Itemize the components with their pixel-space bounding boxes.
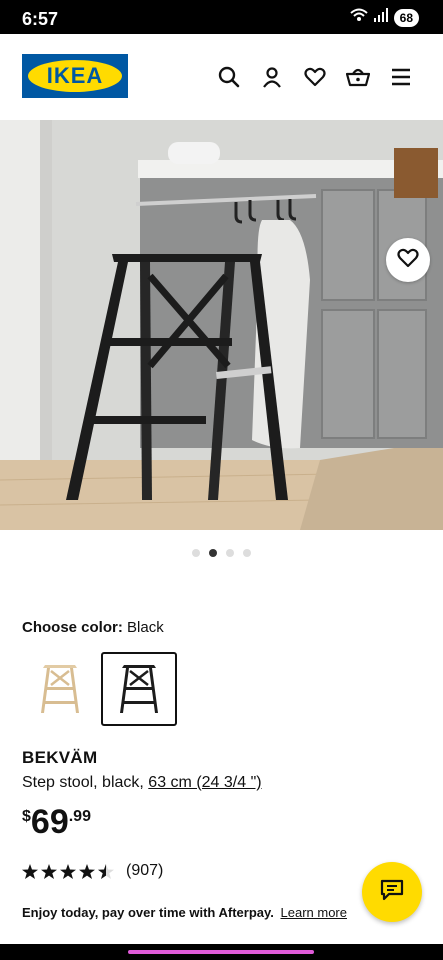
star-icon xyxy=(79,863,95,879)
account-icon[interactable] xyxy=(260,65,284,89)
carousel-dots xyxy=(0,549,443,557)
product-description: Step stool, black, 63 cm (24 3/4 ") xyxy=(22,774,262,792)
rating-count: (907) xyxy=(126,862,164,879)
signal-icon xyxy=(373,8,388,27)
product-photo xyxy=(0,120,443,530)
rating-stars xyxy=(22,863,114,879)
carousel-dot[interactable] xyxy=(243,549,251,557)
search-icon[interactable] xyxy=(217,65,241,89)
carousel-dot[interactable] xyxy=(192,549,200,557)
birch-stool-icon xyxy=(41,665,79,713)
price-integer: 69 xyxy=(30,803,69,841)
black-stool-icon xyxy=(120,665,158,713)
afterpay-text: Enjoy today, pay over time with Afterpay… xyxy=(22,905,274,920)
status-time: 6:57 xyxy=(22,9,59,29)
heart-icon xyxy=(397,248,419,273)
selected-color: Black xyxy=(127,619,164,636)
logo-text: IKEA xyxy=(28,60,122,92)
favorite-button[interactable] xyxy=(386,238,430,282)
product-rating[interactable]: (907) xyxy=(22,862,163,880)
star-half-icon xyxy=(98,863,114,879)
price-currency: $ xyxy=(22,808,31,825)
product-price: $ 69 .99 xyxy=(22,802,91,842)
product-size-link[interactable]: 63 cm (24 3/4 ") xyxy=(148,774,261,791)
color-swatch-birch[interactable] xyxy=(22,652,98,726)
basket-icon[interactable] xyxy=(346,65,370,89)
learn-more-link[interactable]: Learn more xyxy=(281,905,347,920)
ikea-logo[interactable]: IKEA xyxy=(22,54,128,98)
wifi-icon xyxy=(349,8,368,27)
star-icon xyxy=(60,863,76,879)
price-decimal: .99 xyxy=(68,808,91,825)
system-nav-bar xyxy=(0,944,443,960)
product-type: Step stool, black, xyxy=(22,774,144,791)
status-bar: 6:57 68 xyxy=(0,0,443,34)
app-header: IKEA xyxy=(0,34,443,120)
heart-icon[interactable] xyxy=(303,65,327,89)
battery-indicator: 68 xyxy=(393,8,419,27)
product-name: BEKVÄM xyxy=(22,748,98,767)
carousel-dot-active[interactable] xyxy=(209,549,217,557)
chat-button[interactable] xyxy=(362,862,422,922)
color-label-title: Choose color: xyxy=(22,619,123,636)
color-swatch-black[interactable] xyxy=(101,652,177,726)
color-label: Choose color: Black xyxy=(22,619,164,636)
carousel-dot[interactable] xyxy=(226,549,234,557)
home-gesture-handle[interactable] xyxy=(128,950,314,954)
star-icon xyxy=(41,863,57,879)
product-image[interactable] xyxy=(0,120,443,530)
menu-icon[interactable] xyxy=(389,65,413,89)
afterpay-note: Enjoy today, pay over time with Afterpay… xyxy=(22,905,347,920)
status-icons: 68 xyxy=(349,8,419,27)
star-icon xyxy=(22,863,38,879)
chat-icon xyxy=(380,879,404,906)
